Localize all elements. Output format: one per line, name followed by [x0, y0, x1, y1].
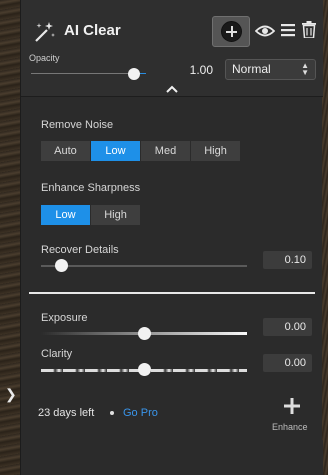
recover-details-slider-thumb[interactable]	[55, 259, 69, 272]
background-texture-left	[0, 0, 20, 475]
ai-clear-panel: AI Clear Opacity 1.00 Normal ▲ ▼ Remove …	[20, 0, 323, 475]
filter-title: AI Clear	[64, 22, 121, 39]
trash-icon[interactable]	[302, 21, 316, 38]
clarity-slider-thumb[interactable]	[137, 363, 151, 376]
exposure-label: Exposure	[41, 312, 88, 324]
exposure-value[interactable]: 0.00	[263, 318, 312, 336]
opacity-value[interactable]: 1.00	[155, 61, 213, 79]
enhance-sharpness-option-low[interactable]: Low	[41, 205, 91, 225]
select-arrows-icon: ▲ ▼	[301, 61, 309, 77]
remove-noise-option-low[interactable]: Low	[91, 141, 141, 161]
remove-noise-option-med[interactable]: Med	[141, 141, 191, 161]
remove-noise-segmented-control: Auto Low Med High	[41, 141, 241, 161]
add-circle-icon	[221, 21, 242, 42]
blend-mode-select[interactable]: Normal ▲ ▼	[225, 59, 316, 80]
clarity-value[interactable]: 0.00	[263, 354, 312, 372]
remove-noise-option-high[interactable]: High	[191, 141, 241, 161]
enhance-label[interactable]: Enhance	[272, 422, 308, 432]
exposure-slider-thumb[interactable]	[137, 327, 151, 340]
recover-details-slider-track[interactable]	[41, 265, 247, 267]
remove-noise-label: Remove Noise	[41, 119, 114, 131]
opacity-slider-thumb[interactable]	[128, 68, 140, 80]
section-divider	[29, 292, 315, 294]
blend-mode-value: Normal	[232, 62, 271, 76]
panel-bottom-bar	[21, 440, 323, 475]
trial-days-left: 23 days left	[38, 407, 95, 419]
eye-icon[interactable]	[255, 24, 275, 38]
enhance-plus-icon[interactable]	[284, 398, 300, 414]
enhance-sharpness-segmented-control: Low High	[41, 205, 141, 225]
enhance-sharpness-label: Enhance Sharpness	[41, 182, 141, 194]
panel-header: AI Clear Opacity 1.00 Normal ▲ ▼	[21, 0, 323, 97]
opacity-label: Opacity	[29, 53, 60, 63]
separator-dot	[110, 411, 114, 415]
clarity-label: Clarity	[41, 348, 73, 360]
expand-panel-chevron-icon[interactable]: ❯	[5, 386, 17, 402]
remove-noise-option-auto[interactable]: Auto	[41, 141, 91, 161]
magic-wand-icon	[35, 22, 55, 42]
add-mask-button[interactable]	[212, 16, 250, 47]
menu-icon[interactable]	[280, 22, 296, 38]
chevron-up-icon[interactable]	[165, 84, 179, 94]
go-pro-link[interactable]: Go Pro	[123, 407, 158, 419]
recover-details-label: Recover Details	[41, 244, 119, 256]
recover-details-value[interactable]: 0.10	[263, 251, 312, 269]
enhance-sharpness-option-high[interactable]: High	[91, 205, 141, 225]
